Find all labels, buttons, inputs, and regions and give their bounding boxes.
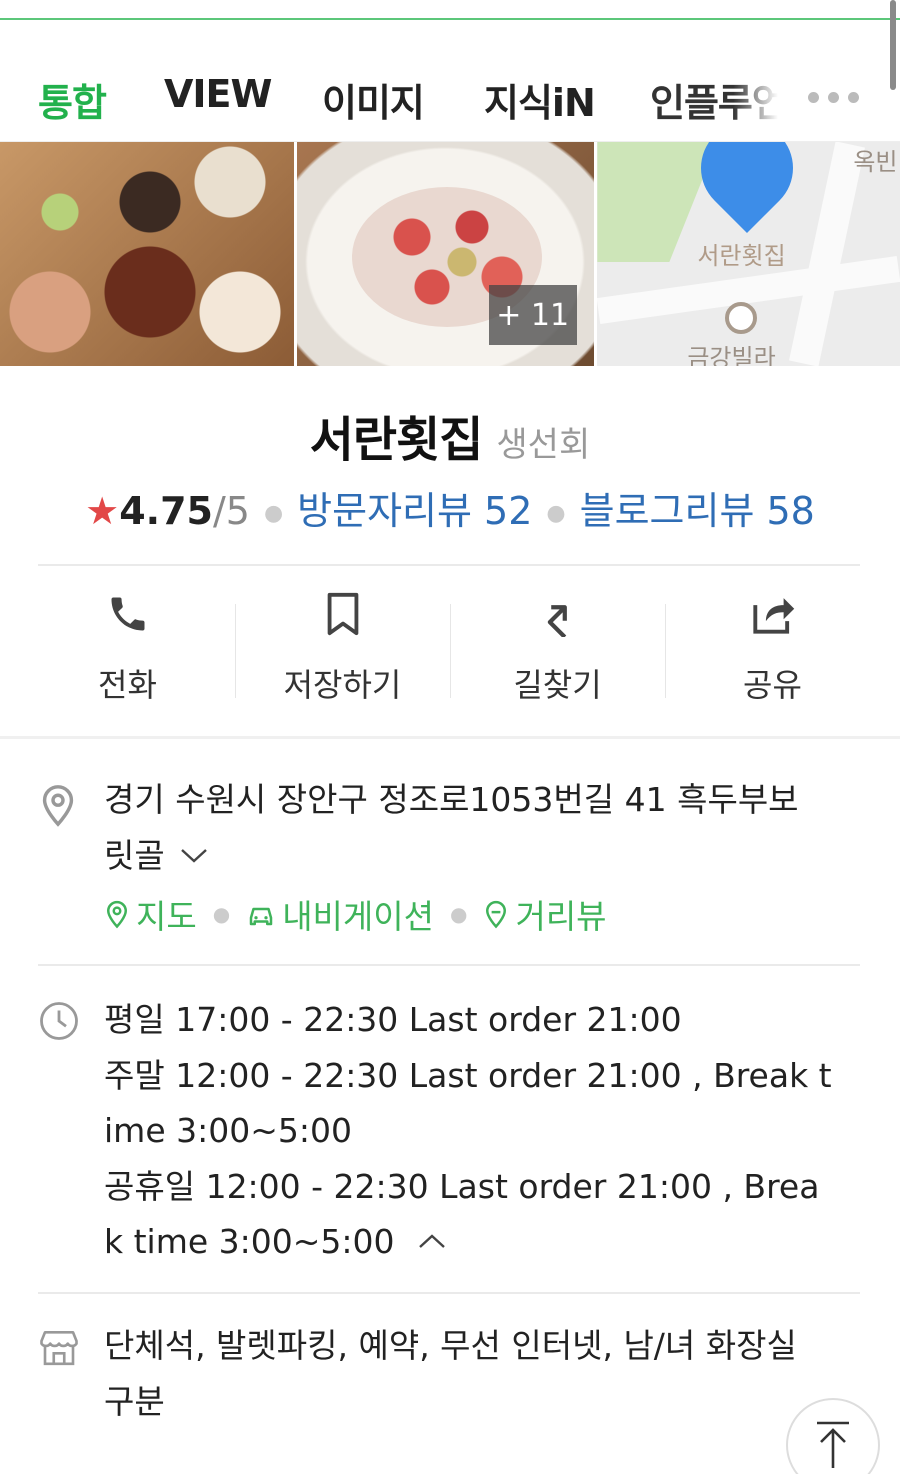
section-divider xyxy=(0,736,900,739)
star-icon: ★ xyxy=(85,489,120,533)
address-links: 지도 ● 내비게이션 ● 거리뷰 xyxy=(104,890,607,938)
amenities-line-2: 구분 xyxy=(104,1382,165,1421)
chevron-down-icon[interactable] xyxy=(179,846,209,866)
map-link-label: 지도 xyxy=(136,897,197,936)
directions-icon xyxy=(534,590,582,638)
tab-all[interactable]: 통합 xyxy=(38,72,107,127)
address-line-2: 릿골 xyxy=(104,836,165,875)
directions-label: 길찾기 xyxy=(513,666,602,704)
divider xyxy=(38,564,860,566)
rating-row: ★4.75/5 ● 방문자리뷰 52 ● 블로그리뷰 58 xyxy=(0,480,900,535)
business-hours[interactable]: 평일 17:00 - 22:30 Last order 21:00 주말 12:… xyxy=(104,992,874,1270)
hours-line: k time 3:00~5:00 xyxy=(104,1222,395,1261)
hours-line: 공휴일 12:00 - 22:30 Last order 21:00 , Bre… xyxy=(104,1166,820,1206)
save-label: 저장하기 xyxy=(283,666,402,704)
save-button[interactable]: 저장하기 xyxy=(235,590,450,710)
place-title-row: 서란횟집 생선회 xyxy=(0,400,900,470)
share-icon xyxy=(749,590,797,638)
map-marker-icon xyxy=(682,142,813,234)
map-place-label: 서란횟집 xyxy=(697,242,786,270)
separator-dot: ● xyxy=(212,902,231,926)
rating-max: /5 xyxy=(212,489,250,533)
street-view-link[interactable]: 거리뷰 xyxy=(483,890,607,938)
share-label: 공유 xyxy=(743,666,802,704)
amenities-line-1: 단체석, 발렛파킹, 예약, 무선 인터넷, 남/녀 화장실 xyxy=(104,1326,797,1365)
store-icon xyxy=(38,1328,80,1372)
place-name[interactable]: 서란횟집 xyxy=(310,412,484,468)
separator-dot: ● xyxy=(546,501,566,526)
scroll-to-top-button[interactable] xyxy=(786,1398,880,1474)
map-pin-icon xyxy=(106,900,128,929)
hours-line-last-row: k time 3:00~5:00 xyxy=(104,1214,874,1270)
tab-images[interactable]: 이미지 xyxy=(322,72,425,127)
food-photo-sashimi[interactable]: + 11 xyxy=(296,142,595,366)
call-label: 전화 xyxy=(98,666,157,704)
address-line-1: 경기 수원시 장안구 정조로1053번길 41 흑두부보 xyxy=(104,780,799,819)
divider xyxy=(38,1292,860,1294)
clock-icon xyxy=(38,1000,80,1046)
separator-dot: ● xyxy=(263,501,284,526)
map-link[interactable]: 지도 xyxy=(104,890,197,938)
amenities-text: 단체석, 발렛파킹, 예약, 무선 인터넷, 남/녀 화장실 구분 xyxy=(104,1318,797,1430)
food-photo-platter[interactable] xyxy=(0,142,294,366)
divider xyxy=(38,964,860,966)
location-pin-icon xyxy=(38,782,78,832)
call-button[interactable]: 전화 xyxy=(20,590,235,710)
hours-line: 평일 17:00 - 22:30 Last order 21:00 xyxy=(104,1000,682,1039)
phone-icon xyxy=(104,590,152,638)
place-category: 생선회 xyxy=(496,425,591,465)
car-icon xyxy=(249,907,273,926)
hours-line: ime 3:00~5:00 xyxy=(104,1111,352,1150)
arrow-up-icon xyxy=(817,1421,849,1468)
visitor-review-link[interactable]: 방문자리뷰 52 xyxy=(297,489,532,533)
map-poi-dot-icon xyxy=(725,302,758,334)
navigation-link-label: 내비게이션 xyxy=(282,897,434,936)
tab-influencer[interactable]: 인플루언서 xyxy=(650,72,778,127)
street-view-link-label: 거리뷰 xyxy=(515,897,607,936)
hours-line: 주말 12:00 - 22:30 Last order 21:00 , Brea… xyxy=(104,1055,832,1095)
map-corner-label: 옥빈 xyxy=(853,148,898,176)
tab-knowledge-in[interactable]: 지식iN xyxy=(484,72,596,127)
search-tab-bar: 통합 VIEW 이미지 지식iN 인플루언서 xyxy=(0,20,900,142)
address-line-2-row: 릿골 xyxy=(104,828,799,884)
bookmark-icon xyxy=(319,590,367,638)
rating-score: 4.75 xyxy=(119,489,213,533)
more-dots-icon[interactable] xyxy=(808,92,859,103)
separator-dot: ● xyxy=(450,902,468,926)
blog-review-link[interactable]: 블로그리뷰 58 xyxy=(580,489,815,533)
navigation-link[interactable]: 내비게이션 xyxy=(246,890,434,938)
chevron-up-icon[interactable] xyxy=(417,1232,447,1252)
map-poi-label: 금강빌라 xyxy=(687,344,776,366)
photo-more-count[interactable]: + 11 xyxy=(488,285,577,345)
share-button[interactable]: 공유 xyxy=(665,590,880,710)
tab-view[interactable]: VIEW xyxy=(164,72,272,116)
photo-strip: + 11 서란횟집 옥빈 금강빌라 xyxy=(0,142,900,366)
directions-button[interactable]: 길찾기 xyxy=(450,590,665,710)
address-text[interactable]: 경기 수원시 장안구 정조로1053번길 41 흑두부보 릿골 xyxy=(104,772,799,884)
map-thumbnail[interactable]: 서란횟집 옥빈 금강빌라 xyxy=(597,142,900,366)
action-bar: 전화 저장하기 길찾기 공유 xyxy=(20,590,880,710)
street-view-icon xyxy=(486,900,507,929)
